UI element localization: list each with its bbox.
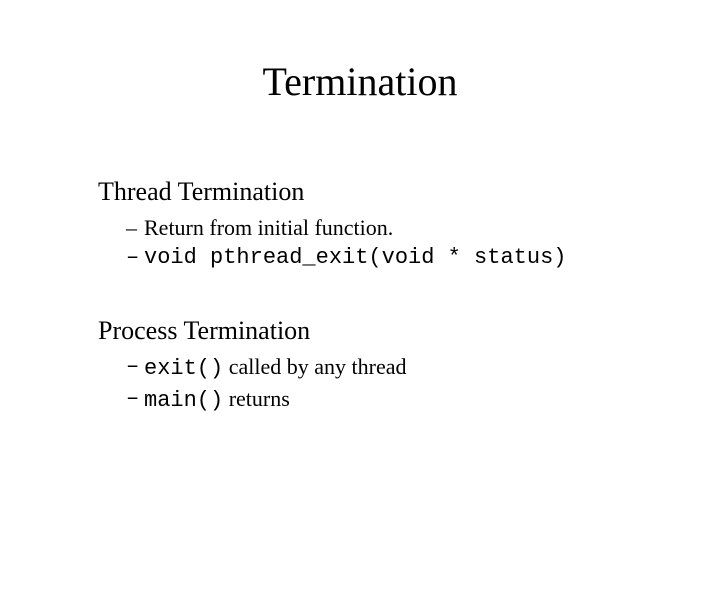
bullet-list-process-termination: – exit() called by any thread – main() r… bbox=[98, 352, 680, 415]
bullet-text: Return from initial function. bbox=[144, 213, 680, 243]
bullet-text: main() returns bbox=[144, 384, 680, 416]
slide-title: Termination bbox=[0, 58, 720, 105]
bullet-item: – void pthread_exit(void * status) bbox=[126, 243, 680, 273]
bullet-item: – main() returns bbox=[126, 384, 680, 416]
section-heading-thread-termination: Thread Termination bbox=[98, 177, 680, 207]
bullet-item: – Return from initial function. bbox=[126, 213, 680, 243]
bullet-code: exit() bbox=[144, 356, 223, 381]
bullet-code: main() bbox=[144, 388, 223, 413]
bullet-text: exit() called by any thread bbox=[144, 352, 680, 384]
bullet-code: void pthread_exit(void * status) bbox=[144, 243, 680, 273]
bullet-dash: – bbox=[126, 384, 144, 416]
bullet-item: – exit() called by any thread bbox=[126, 352, 680, 384]
section-heading-process-termination: Process Termination bbox=[98, 316, 680, 346]
bullet-list-thread-termination: – Return from initial function. – void p… bbox=[98, 213, 680, 272]
slide-content: Thread Termination – Return from initial… bbox=[0, 177, 720, 416]
bullet-dash: – bbox=[126, 352, 144, 384]
slide: Termination Thread Termination – Return … bbox=[0, 58, 720, 598]
bullet-dash: – bbox=[126, 243, 144, 273]
bullet-dash: – bbox=[126, 213, 144, 243]
bullet-text-rest: called by any thread bbox=[223, 354, 406, 379]
bullet-text-rest: returns bbox=[223, 386, 290, 411]
